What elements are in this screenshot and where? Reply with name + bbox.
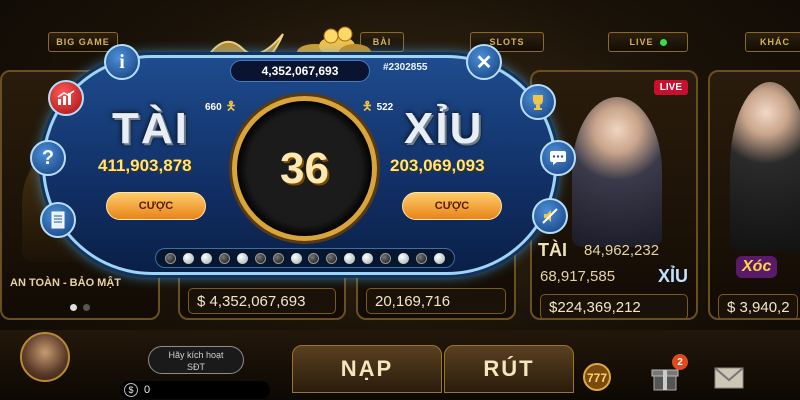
close-button[interactable]: ✕ — [466, 44, 502, 80]
tai-title: TÀI — [112, 104, 189, 153]
tai-players: 660 🯅 — [205, 97, 236, 118]
game-card-xoc-dia[interactable]: Xóc $ 3,940,2 — [708, 70, 800, 320]
card3-amount: 20,169,716 — [366, 288, 506, 314]
xiu-players: 🯅 522 — [362, 97, 393, 118]
history-dot — [236, 252, 248, 264]
trophy-icon — [533, 95, 543, 110]
chat-button[interactable] — [540, 140, 576, 176]
history-dot — [165, 252, 177, 264]
game-card-taixiu-live[interactable]: LIVE TÀI 84,962,232 68,917,585 XỈU $224,… — [530, 70, 698, 320]
withdraw-button[interactable]: RÚT — [444, 345, 574, 393]
deposit-button[interactable]: NẠP — [292, 345, 442, 393]
xiu-bet-button[interactable]: CƯỢC — [402, 192, 502, 220]
jackpot-display: 4,352,067,693 — [230, 60, 370, 82]
card4-total: $224,369,212 — [540, 294, 688, 318]
history-dot — [219, 252, 231, 264]
history-dot — [308, 252, 320, 264]
history-dot — [397, 252, 409, 264]
help-button[interactable]: ? — [30, 140, 66, 176]
history-dot — [183, 252, 195, 264]
history-dot — [290, 252, 302, 264]
xiu-title: XỈU — [404, 104, 484, 153]
live-dot-icon — [659, 38, 667, 46]
document-icon — [51, 211, 65, 229]
stats-button[interactable] — [48, 80, 84, 116]
chat-icon — [550, 151, 566, 165]
person-icon: 🯅 — [225, 99, 237, 113]
countdown-timer: 36 — [232, 96, 377, 241]
history-dot — [415, 252, 427, 264]
history-dot — [254, 252, 266, 264]
info-button[interactable]: i — [104, 44, 140, 80]
card4-tai-label: TÀI — [538, 240, 567, 260]
history-dot — [344, 252, 356, 264]
history-dot — [433, 252, 445, 264]
dealer-image-2 — [730, 82, 800, 252]
tab-khac[interactable]: KHÁC — [745, 32, 800, 52]
history-dot — [362, 252, 374, 264]
history-dot — [201, 252, 213, 264]
info-icon: i — [119, 50, 125, 73]
live-badge: LIVE — [653, 80, 688, 95]
card4-tai-amount: 84,962,232 — [584, 242, 660, 259]
leaderboard-button[interactable] — [520, 84, 556, 120]
card4-xiu-label: XỈU — [658, 266, 689, 286]
timer-value: 36 — [280, 143, 329, 193]
xiu-total: 203,069,093 — [390, 156, 485, 175]
card4-xiu-amount: 68,917,585 — [540, 268, 616, 285]
gift-count-badge: 2 — [672, 354, 688, 370]
result-history — [155, 248, 455, 268]
tai-bet-button[interactable]: CƯỢC — [106, 192, 206, 220]
history-dot — [272, 252, 284, 264]
mail-icon[interactable] — [712, 362, 746, 392]
rules-button[interactable] — [40, 202, 76, 238]
sound-off-icon — [542, 208, 558, 224]
history-dot — [326, 252, 338, 264]
svg-text:777: 777 — [587, 371, 607, 385]
balance-row: $ 0 — [120, 381, 270, 399]
balance-value: 0 — [144, 384, 151, 396]
tab-live[interactable]: LIVE — [608, 32, 688, 52]
bar-chart-icon — [57, 90, 75, 105]
security-caption: AN TOÀN - BẢO MẬT — [10, 277, 122, 289]
session-id: #2302855 — [383, 62, 428, 73]
slot-777-icon[interactable]: 777 — [580, 362, 614, 392]
card5-amount: $ 3,940,2 — [718, 294, 798, 318]
xoc-dia-logo: Xóc — [736, 256, 778, 278]
carousel-dots[interactable] — [70, 304, 90, 311]
dollar-icon: $ — [124, 383, 138, 397]
avatar[interactable] — [20, 332, 70, 382]
tai-total: 411,903,878 — [98, 156, 192, 175]
history-dot — [379, 252, 391, 264]
activate-phone-button[interactable]: Hãy kích hoạt SĐT — [148, 346, 244, 374]
close-icon: ✕ — [475, 51, 493, 74]
card2-amount: $ 4,352,067,693 — [188, 288, 336, 314]
question-icon: ? — [41, 146, 55, 169]
person-icon: 🯅 — [362, 99, 373, 113]
mute-button[interactable] — [532, 198, 568, 234]
tab-big-game[interactable]: BIG GAME — [48, 32, 118, 52]
dealer-image — [572, 97, 662, 247]
